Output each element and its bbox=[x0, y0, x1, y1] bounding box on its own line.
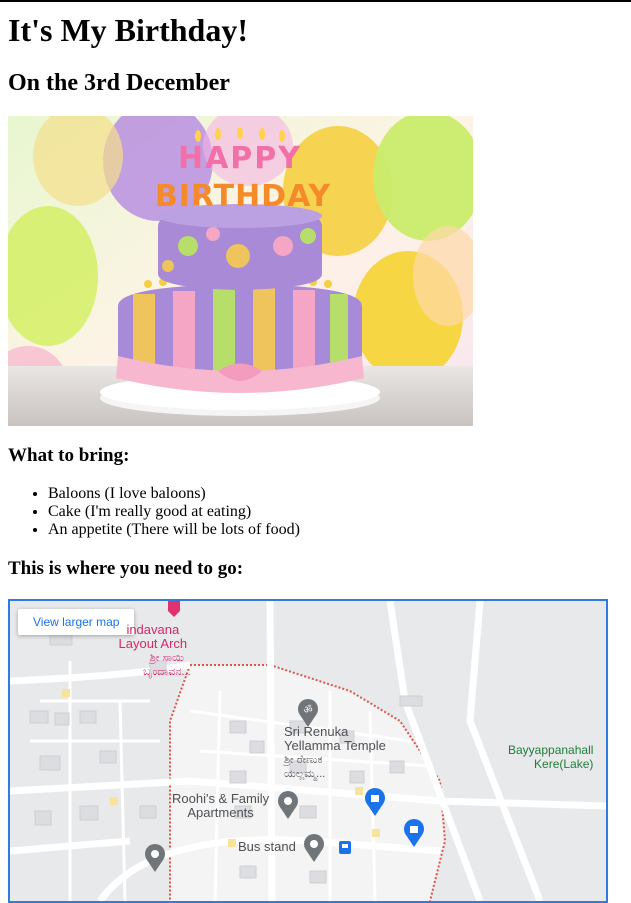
bring-list: Baloons (I love baloons) Cake (I'm reall… bbox=[8, 485, 631, 539]
apartments-label[interactable]: Roohi's & Family Apartments bbox=[172, 792, 269, 820]
lake-label[interactable]: Bayyappanahall Kere(Lake) bbox=[508, 743, 593, 771]
page-subtitle: On the 3rd December bbox=[8, 70, 230, 96]
temple-label-kannada2: ಯಲ್ಲಮ್ಮ... bbox=[284, 768, 326, 780]
temple-label[interactable]: Sri Renuka Yellamma Temple ಶ್ರೀ ರೇಣುಕ ಯಲ… bbox=[284, 725, 386, 781]
cake-topper-birthday: BIRTHDAY bbox=[155, 179, 332, 214]
what-to-bring-heading: What to bring: bbox=[8, 445, 130, 466]
arch-label[interactable]: indavana Layout Arch ಶ್ರೀ ಸಾಯಿ ಬೃಂದಾವನ..… bbox=[115, 623, 191, 679]
page-title: It's My Birthday! bbox=[8, 12, 248, 48]
arch-label-kannada1: ಶ್ರೀ ಸಾಯಿ bbox=[149, 652, 184, 664]
lake-label-line1: Bayyappanahall bbox=[508, 743, 594, 757]
bus-stand-label[interactable]: Bus stand bbox=[238, 840, 296, 854]
temple-label-line2: Yellamma Temple bbox=[284, 738, 386, 753]
lake-label-line2: Kere(Lake) bbox=[534, 757, 594, 771]
embedded-map[interactable]: ॐ View larger map indavana Layout Arch ಶ… bbox=[8, 599, 608, 903]
birthday-cake-image: HAPPY BIRTHDAY bbox=[8, 116, 473, 426]
list-item: An appetite (There will be lots of food) bbox=[48, 521, 631, 539]
list-item: Baloons (I love baloons) bbox=[48, 485, 631, 503]
apartments-label-line1: Roohi's & Family bbox=[172, 791, 270, 806]
apartments-label-line2: Apartments bbox=[187, 805, 254, 820]
temple-label-kannada1: ಶ್ರೀ ರೇಣುಕ bbox=[284, 754, 323, 766]
cake-topper-happy: HAPPY bbox=[178, 141, 302, 176]
arch-label-line2: Layout Arch bbox=[118, 636, 188, 651]
svg-text:ॐ: ॐ bbox=[303, 704, 312, 716]
arch-label-line1: indavana bbox=[126, 622, 180, 637]
page-content: It's My Birthday! On the 3rd December HA… bbox=[0, 12, 631, 903]
temple-label-line1: Sri Renuka bbox=[284, 724, 349, 739]
list-item: Cake (I'm really good at eating) bbox=[48, 503, 631, 521]
arch-label-kannada2: ಬೃಂದಾವನ... bbox=[143, 666, 191, 678]
where-to-go-heading: This is where you need to go: bbox=[8, 558, 244, 579]
